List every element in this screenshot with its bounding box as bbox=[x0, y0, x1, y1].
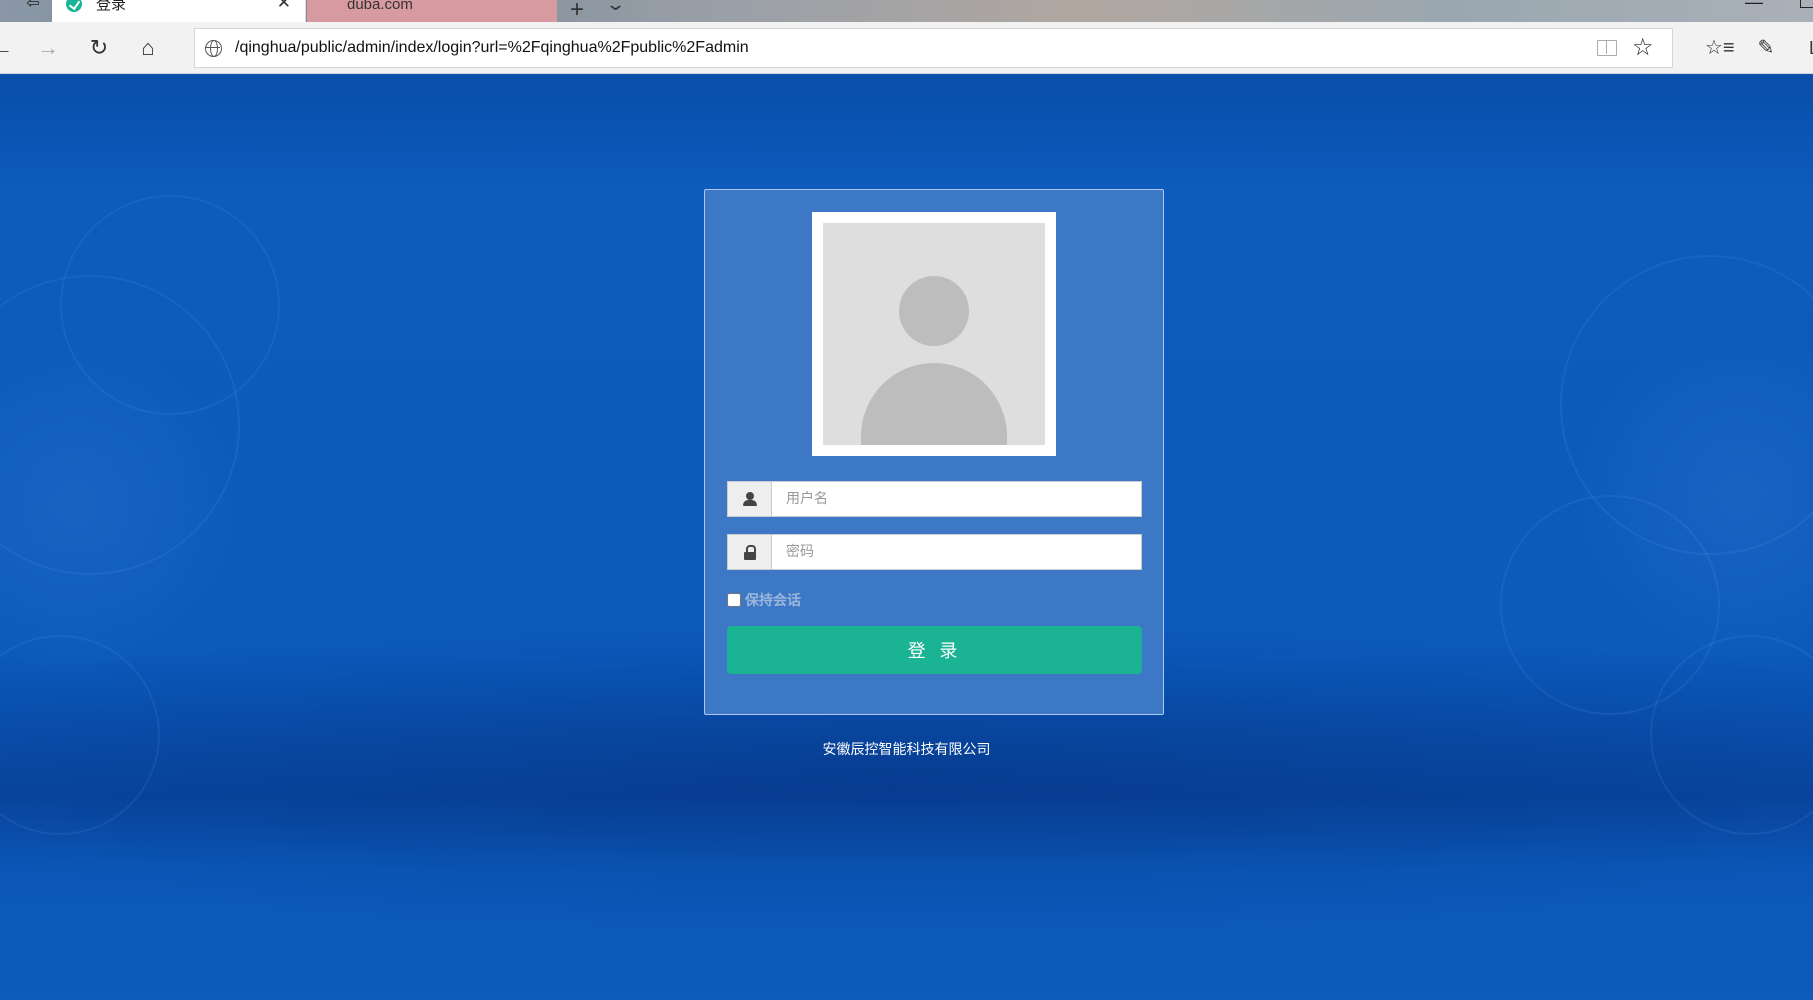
lock-icon bbox=[743, 544, 756, 560]
refresh-icon[interactable]: ↻ bbox=[85, 34, 113, 62]
username-addon bbox=[728, 482, 772, 516]
tab-title: duba.com bbox=[347, 0, 413, 13]
maximize-window-icon[interactable] bbox=[1800, 0, 1813, 8]
globe-icon bbox=[205, 40, 222, 57]
login-page: 保持会话 登 录 安徽辰控智能科技有限公司 bbox=[0, 75, 1813, 1000]
browser-toolbar: ← → ↻ ⌂ /qinghua/public/admin/index/logi… bbox=[0, 22, 1813, 74]
tab-login[interactable]: 登录 ✕ bbox=[52, 0, 306, 22]
avatar-head bbox=[899, 276, 969, 346]
address-bar[interactable]: /qinghua/public/admin/index/login?url=%2… bbox=[194, 28, 1673, 68]
browser-tab-bar: ▏ ⇦ 登录 ✕ duba.com + ⌄ — bbox=[0, 0, 1813, 22]
favorites-list-icon[interactable]: ☆≡ bbox=[1705, 34, 1735, 62]
close-tab-icon[interactable]: ✕ bbox=[277, 0, 291, 11]
password-input[interactable] bbox=[772, 535, 1141, 569]
remember-session: 保持会话 bbox=[727, 590, 801, 610]
profile-letter[interactable]: L bbox=[1800, 34, 1813, 62]
ornament-pattern bbox=[0, 635, 160, 835]
reading-view-icon[interactable] bbox=[1597, 40, 1617, 56]
ornament-pattern bbox=[60, 195, 280, 415]
forward-arrow-icon[interactable]: → bbox=[34, 34, 62, 62]
remember-label[interactable]: 保持会话 bbox=[745, 590, 801, 610]
avatar-body bbox=[861, 363, 1007, 445]
username-input[interactable] bbox=[772, 482, 1141, 516]
home-icon[interactable]: ⌂ bbox=[134, 34, 162, 62]
back-arrow-icon[interactable]: ← bbox=[0, 34, 16, 62]
site-favicon-icon bbox=[66, 0, 82, 12]
url-text[interactable]: /qinghua/public/admin/index/login?url=%2… bbox=[235, 39, 749, 57]
chevron-down-icon[interactable]: ⌄ bbox=[605, 0, 626, 15]
new-tab-icon[interactable]: + bbox=[570, 0, 584, 22]
star-icon[interactable]: ☆ bbox=[1632, 33, 1654, 62]
remember-checkbox[interactable] bbox=[727, 593, 741, 607]
tab-title: 登录 bbox=[96, 0, 127, 13]
password-addon bbox=[728, 535, 772, 569]
password-group bbox=[727, 534, 1142, 570]
avatar bbox=[812, 212, 1056, 456]
pen-icon[interactable]: ✎ bbox=[1752, 34, 1780, 62]
tab-actions-icon[interactable]: ▏ bbox=[0, 0, 12, 22]
tab-duba[interactable]: duba.com bbox=[307, 0, 557, 22]
user-placeholder-icon bbox=[823, 223, 1045, 445]
username-group bbox=[727, 481, 1142, 517]
set-aside-tabs-icon[interactable]: ⇦ bbox=[20, 0, 46, 19]
company-footer: 安徽辰控智能科技有限公司 bbox=[822, 742, 991, 758]
login-button[interactable]: 登 录 bbox=[727, 626, 1142, 674]
minimize-window-icon[interactable]: — bbox=[1745, 0, 1763, 13]
login-panel: 保持会话 登 录 bbox=[704, 189, 1164, 715]
user-icon bbox=[742, 492, 757, 506]
